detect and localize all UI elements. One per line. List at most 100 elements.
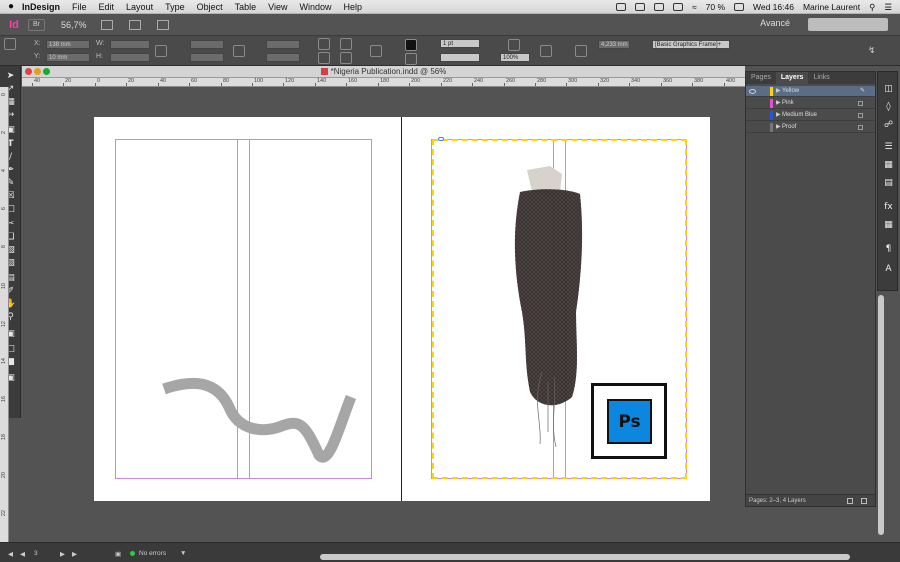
selection-tool-icon[interactable]: ➤ [4,70,17,81]
zoom-level[interactable]: 56,7% [61,20,87,30]
object-style-field[interactable]: [Basic Graphics Frame]+ [652,40,730,49]
bluetooth-icon[interactable] [672,3,683,11]
pages-panel-icon[interactable]: ◫ [883,84,894,94]
vertical-ruler[interactable]: 0 2 4 6 8 10 12 14 16 18 20 22 [0,87,9,542]
prev-page-icon[interactable]: ◀ [20,550,25,558]
w-field[interactable] [110,40,150,49]
workspace-switcher[interactable]: Avancé [760,18,790,28]
horizontal-ruler[interactable]: 40 20 0 20 40 60 80 100 120 140 160 180 200 220 240 260… [22,78,745,87]
fitting-icon[interactable] [540,45,552,57]
layer-row-medium-blue[interactable]: ▶ Medium Blue [746,110,875,121]
rotate-cw-icon[interactable] [318,38,330,50]
x-field[interactable]: 138 mm [46,40,90,49]
next-page-icon[interactable]: ▶ [60,550,65,558]
stroke-type-field[interactable] [440,53,480,62]
horizontal-scroll-thumb[interactable] [320,554,850,560]
expand-triangle-icon[interactable]: ▶ [776,110,781,121]
eye-icon[interactable] [749,89,756,94]
cc-icon[interactable] [634,3,645,11]
preflight-menu-icon[interactable]: ▼ [180,550,186,557]
search-icon[interactable]: ⚲ [869,2,875,13]
menu-help[interactable]: Help [344,2,363,12]
battery-text[interactable]: 70 % [706,2,725,12]
frame-handle[interactable] [438,137,444,141]
swatches-panel-icon[interactable]: ▦ [883,160,894,170]
view-options-icon[interactable] [100,19,113,30]
expand-triangle-icon[interactable]: ▶ [776,98,781,109]
menu-type[interactable]: Type [165,2,185,12]
last-page-icon[interactable]: ▶ [72,550,77,558]
reference-point-icon[interactable] [4,38,16,50]
delete-layer-icon[interactable] [861,498,867,504]
tab-pages[interactable]: Pages [746,72,776,84]
apple-icon[interactable]: ● [0,1,22,12]
tab-links[interactable]: Links [808,72,834,84]
arrange-documents-icon[interactable] [156,19,169,30]
layer-row-yellow[interactable]: ▶ Yellow ✎ [746,86,875,97]
menu-edit[interactable]: Edit [99,2,115,12]
layer-row-proof[interactable]: ▶ Proof [746,122,875,133]
flip-h-icon[interactable] [340,38,352,50]
menu-file[interactable]: File [72,2,87,12]
text-wrap-icon[interactable]: ▦ [883,220,894,230]
page-number[interactable]: 3 [34,550,38,557]
stroke-swatch[interactable] [405,53,417,65]
search-field[interactable] [808,18,888,31]
layers-panel-icon[interactable]: ◊ [883,102,894,112]
layer-row-pink[interactable]: ▶ Pink [746,98,875,109]
dropbox-icon[interactable] [615,3,626,11]
document-tab[interactable]: *Nigeria Publication.indd @ 56% [22,67,745,76]
camera-icon[interactable] [653,3,664,11]
bridge-button[interactable]: Br [28,18,45,31]
opacity-field[interactable]: 100% [500,53,530,62]
stroke-weight-field[interactable]: 1 pt [440,39,480,48]
fill-swatch[interactable] [405,39,417,51]
fishnet-bag-image[interactable] [502,162,592,452]
menu-layout[interactable]: Layout [126,2,153,12]
right-page[interactable]: Ps [402,117,710,501]
list-icon[interactable]: ☰ [884,2,892,13]
first-page-icon[interactable]: ◀ [8,550,13,558]
menu-clock[interactable]: Wed 16:46 [753,2,794,12]
flip-v-icon[interactable] [340,52,352,64]
tab-layers[interactable]: Layers [775,72,809,84]
preflight-text[interactable]: No errors [139,550,166,557]
links-panel-icon[interactable]: ☍ [883,120,894,130]
menu-user[interactable]: Marine Laurent [803,2,860,12]
left-page[interactable] [94,117,401,501]
pasteboard[interactable]: Ps [22,87,745,541]
layer-selection-square[interactable] [858,125,863,130]
select-container-icon[interactable] [370,45,382,57]
wifi-icon[interactable]: ≈ [692,2,697,12]
rotate-field[interactable] [266,40,300,49]
effects-panel-icon[interactable]: fx [883,202,894,212]
layer-selection-square[interactable] [858,113,863,118]
expand-triangle-icon[interactable]: ▶ [776,122,781,133]
stroke-panel-icon[interactable]: ☰ [883,142,894,152]
link-scale-icon[interactable] [233,45,245,57]
scale-y-field[interactable] [190,53,224,62]
vertical-scroll-thumb[interactable] [878,295,884,535]
expand-triangle-icon[interactable]: ▶ [776,86,781,97]
h-field[interactable] [110,53,150,62]
menu-table[interactable]: Table [235,2,257,12]
menu-app-name[interactable]: InDesign [22,2,60,12]
width-value-field[interactable]: 4,233 mm [598,40,630,49]
auto-fit-icon[interactable] [575,45,587,57]
new-layer-icon[interactable] [847,498,853,504]
color-panel-icon[interactable]: ▤ [883,178,894,188]
shear-field[interactable] [266,53,300,62]
vertical-scrollbar[interactable] [876,240,886,540]
menu-view[interactable]: View [268,2,287,12]
lightning-icon[interactable]: ↯ [868,45,880,57]
y-field[interactable]: 10 mm [46,53,90,62]
gray-brush-stroke[interactable] [159,377,359,477]
drop-shadow-icon[interactable] [508,39,520,51]
rotate-ccw-icon[interactable] [318,52,330,64]
open-document-icon[interactable]: ▣ [115,550,121,558]
screen-mode-icon[interactable] [128,19,141,30]
menu-window[interactable]: Window [299,2,331,12]
scale-x-field[interactable] [190,40,224,49]
constrain-icon[interactable] [155,45,167,57]
layer-selection-square[interactable] [858,101,863,106]
